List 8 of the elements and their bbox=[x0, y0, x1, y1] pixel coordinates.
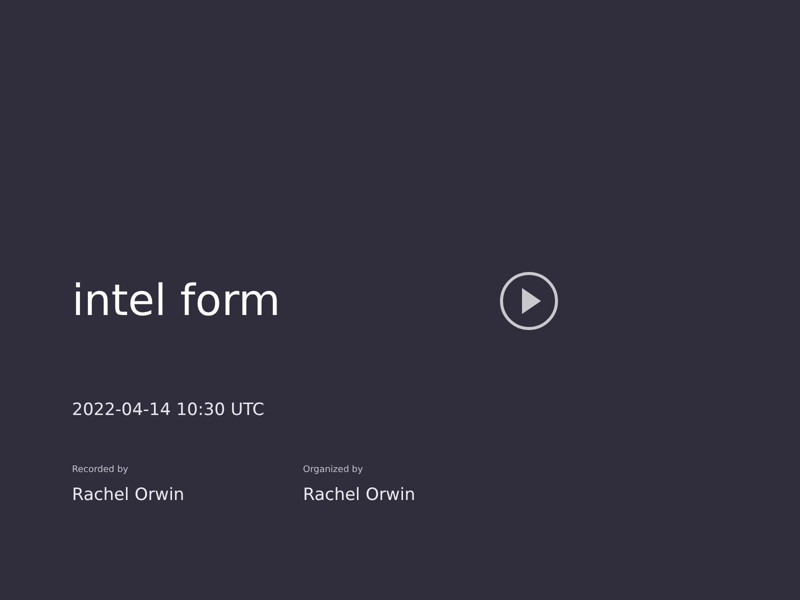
recording-date: 2022-04-14 10:30 UTC bbox=[72, 399, 264, 422]
detail-value: Rachel Orwin bbox=[303, 484, 416, 507]
play-icon bbox=[499, 271, 559, 331]
detail-label: Recorded by bbox=[72, 464, 128, 476]
play-button[interactable] bbox=[499, 271, 559, 331]
detail-value: Rachel Orwin bbox=[72, 484, 184, 507]
detail-label: Organized by bbox=[303, 464, 363, 476]
recording-title: intel form bbox=[72, 275, 280, 327]
